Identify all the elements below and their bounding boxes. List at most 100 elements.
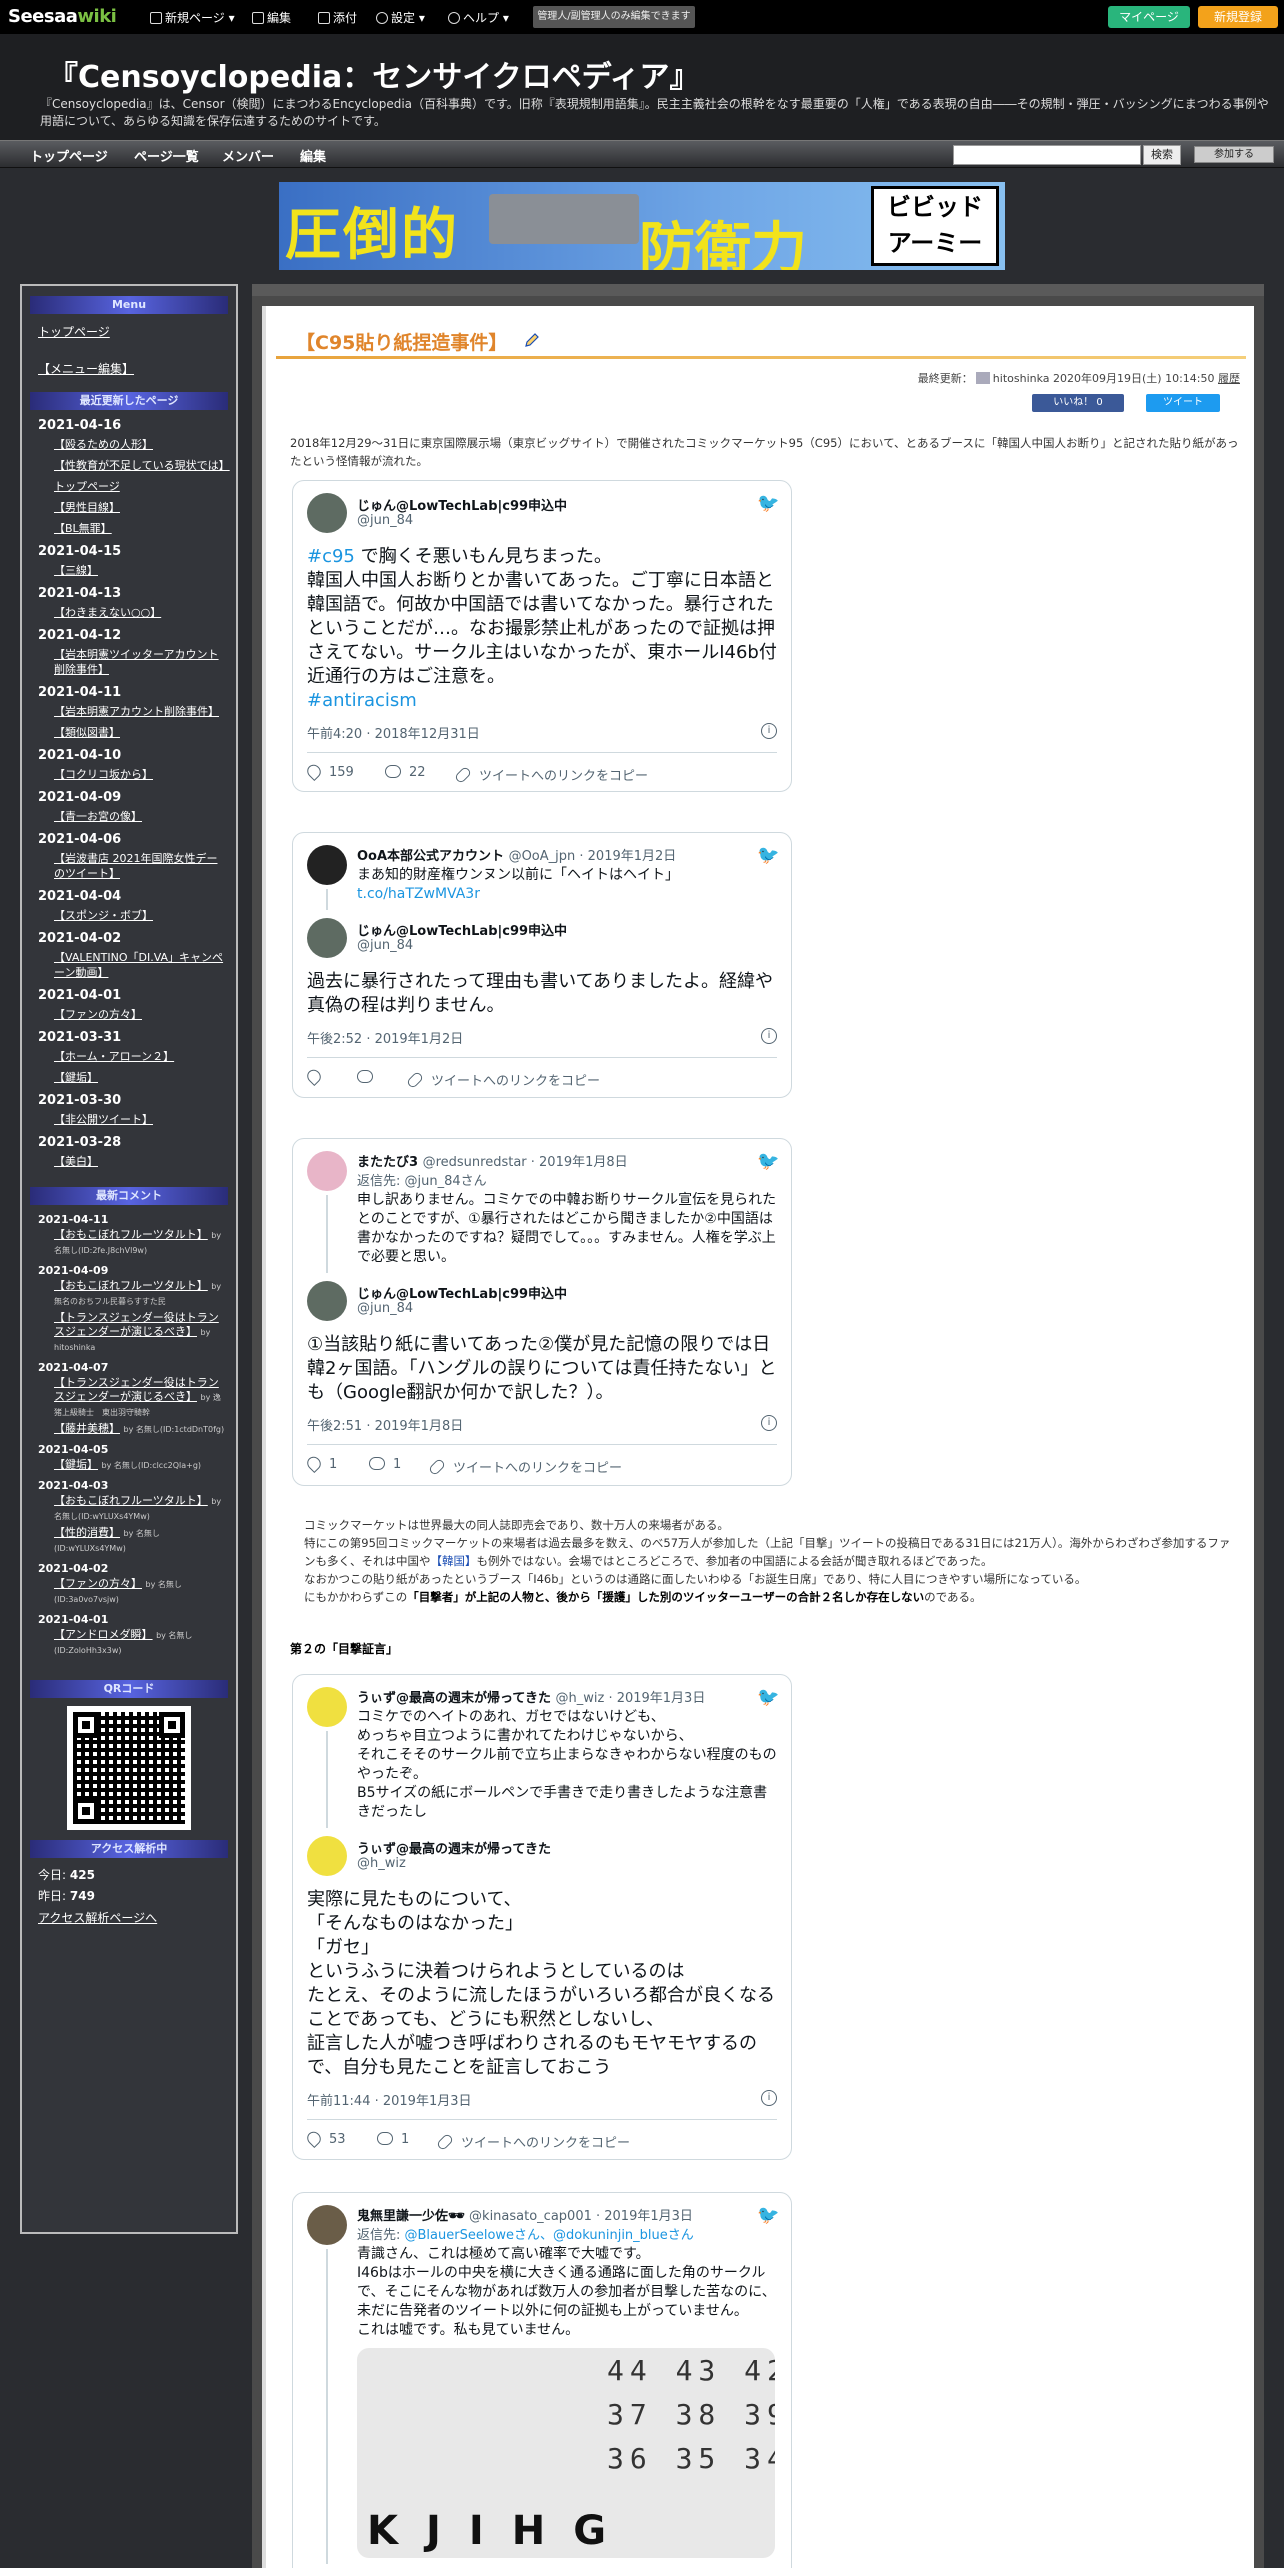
signup-button[interactable]: 新規登録 — [1198, 6, 1278, 28]
hashtag-link[interactable]: #c95 — [307, 546, 355, 567]
recent-page-link[interactable]: 【非公開ツイート】 — [54, 1112, 228, 1127]
recent-page-link[interactable]: 【ファンの方々】 — [54, 1007, 228, 1022]
menu-link-edit[interactable]: 【メニュー編集】 — [38, 361, 228, 378]
recent-page-link[interactable]: 【三線】 — [54, 563, 228, 578]
quoted-author-name[interactable]: OoA本部公式アカウント — [357, 849, 504, 864]
reply-button[interactable]: 1 — [369, 1457, 401, 1472]
info-icon[interactable]: i — [761, 2090, 777, 2106]
facebook-like-button[interactable]: いいね！ 0 — [1032, 394, 1124, 412]
nav-members[interactable]: メンバー — [222, 146, 274, 165]
search-button[interactable]: 検索 — [1143, 145, 1181, 165]
copy-link-button[interactable]: ツイートへのリンクをコピー — [427, 1457, 622, 1477]
attach-menu[interactable]: 添付 — [318, 9, 357, 26]
quoted-link[interactable]: t.co/haTZwMVA3r — [357, 886, 480, 902]
quoted-author-handle[interactable]: @redsunredstar · 2019年1月8日 — [423, 1155, 628, 1170]
tweet-author-name[interactable]: じゅん@LowTechLab|c99申込中 — [357, 1283, 567, 1302]
access-link[interactable]: アクセス解析ページへ — [38, 1910, 228, 1927]
recent-page-link[interactable]: 【VALENTINO「DI.VA」キャンペーン動画】 — [54, 950, 228, 980]
like-button[interactable]: 1 — [304, 1453, 337, 1474]
menu-link-top[interactable]: トップページ — [38, 324, 228, 341]
quoted-author-name[interactable]: うぃず@最高の週末が帰ってきた — [357, 1691, 551, 1706]
comment-page-link[interactable]: 【アンドロメダ瞬】 — [54, 1628, 153, 1641]
comment-page-link[interactable]: 【おもこぼれフルーツタルト】 — [54, 1228, 208, 1241]
recent-page-link[interactable]: 【スポンジ・ボブ】 — [54, 908, 228, 923]
history-link[interactable]: 履歴 — [1218, 372, 1240, 385]
nav-edit[interactable]: 編集 — [300, 146, 326, 165]
recent-page-link[interactable]: 【類似図書】 — [54, 725, 228, 740]
edit-pencil-icon[interactable] — [524, 332, 540, 348]
ad-banner[interactable]: 圧倒的 防衛力 ビビッド アーミー — [279, 182, 1005, 270]
comment-page-link[interactable]: 【トランスジェンダー役はトランスジェンダーが演じるべき】 — [54, 1311, 219, 1338]
copy-link-button[interactable]: ツイートへのリンクをコピー — [435, 2132, 630, 2152]
recent-page-link[interactable]: 【岩本明憲アカウント削除事件】 — [54, 704, 228, 719]
tweet-time[interactable]: 午後2:51 · 2019年1月8日 i — [307, 1415, 777, 1434]
quoted-author-handle[interactable]: @OoA_jpn · 2019年1月2日 — [509, 849, 677, 864]
copy-link-button[interactable]: ツイートへのリンクをコピー — [453, 765, 648, 785]
recent-page-link[interactable]: 【性教育が不足している現状では】 — [54, 458, 230, 473]
tweet-time[interactable]: 午前11:44 · 2019年1月3日 i — [307, 2090, 777, 2109]
edit-menu[interactable]: 編集 — [252, 9, 291, 26]
quoted-author-handle[interactable]: @kinasato_cap001 · 2019年1月3日 — [469, 2209, 693, 2224]
embedded-tweet-1[interactable]: じゅん@LowTechLab|c99申込中 @jun_84 🐦 #c95 で胸く… — [292, 480, 792, 792]
recent-page-link[interactable]: トップページ — [54, 479, 228, 494]
info-icon[interactable]: i — [761, 723, 777, 739]
tweet-author-handle[interactable]: @jun_84 — [357, 938, 413, 953]
comment-page-link[interactable]: 【性的消費】 — [54, 1526, 120, 1539]
embedded-tweet-4[interactable]: うぃず@最高の週末が帰ってきた @h_wiz · 2019年1月3日 コミケでの… — [292, 1674, 792, 2160]
quoted-author-name[interactable]: またたび3 — [357, 1155, 418, 1170]
comment-page-link[interactable]: 【ファンの方々】 — [54, 1577, 142, 1590]
like-button[interactable]: 159 — [304, 761, 354, 782]
reply-button[interactable]: 1 — [377, 2132, 409, 2147]
twitter-bird-icon[interactable]: 🐦 — [757, 845, 779, 866]
recent-page-link[interactable]: 【青一お宮の像】 — [54, 809, 228, 824]
join-button[interactable]: 参加する — [1194, 146, 1274, 163]
reply-to-links[interactable]: @BlauerSeeloweさん、@dokuninjin_blueさん — [405, 2228, 694, 2243]
copy-link-button[interactable]: ツイートへのリンクをコピー — [405, 1070, 600, 1090]
tweet-time[interactable]: 午後2:52 · 2019年1月2日 i — [307, 1028, 777, 1047]
twitter-bird-icon[interactable]: 🐦 — [757, 493, 779, 514]
tweet-photo[interactable]: 44 43 42 41 37 38 39 40 36 35 34 33 KJIH… — [357, 2348, 775, 2558]
comment-page-link[interactable]: 【おもこぼれフルーツタルト】 — [54, 1279, 208, 1292]
settings-menu[interactable]: 設定 ▾ — [376, 9, 425, 26]
tweet-author-name[interactable]: じゅん@LowTechLab|c99申込中 — [357, 920, 567, 939]
comment-page-link[interactable]: 【鍵垢】 — [54, 1458, 98, 1471]
like-button[interactable]: 53 — [304, 2128, 346, 2149]
comment-page-link[interactable]: 【トランスジェンダー役はトランスジェンダーが演じるべき】 — [54, 1376, 219, 1403]
recent-page-link[interactable]: 【美白】 — [54, 1154, 228, 1169]
reply-to[interactable]: 返信先: @jun_84さん — [357, 1170, 777, 1189]
like-button[interactable] — [304, 1066, 329, 1087]
tweet-share-button[interactable]: ツイート — [1146, 394, 1220, 412]
recent-page-link[interactable]: 【岩本明憲ツイッターアカウント削除事件】 — [54, 647, 228, 677]
nav-top-page[interactable]: トップページ — [30, 146, 108, 165]
info-icon[interactable]: i — [761, 1028, 777, 1044]
embedded-tweet-5[interactable]: 鬼無里謙一少佐🕶 @kinasato_cap001 · 2019年1月3日 返信… — [292, 2192, 792, 2568]
nav-page-list[interactable]: ページ一覧 — [134, 146, 199, 165]
tweet-author-name[interactable]: じゅん@LowTechLab|c99申込中 — [357, 495, 567, 514]
recent-page-link[interactable]: 【ホーム・アローン２】 — [54, 1049, 228, 1064]
quoted-author-name[interactable]: 鬼無里謙一少佐🕶 — [357, 2209, 465, 2224]
recent-page-link[interactable]: 【殴るための人形】 — [54, 437, 228, 452]
recent-page-link[interactable]: 【男性目線】 — [54, 500, 228, 515]
new-page-menu[interactable]: 新規ページ ▾ — [150, 9, 235, 26]
help-menu[interactable]: ヘルプ ▾ — [448, 9, 509, 26]
tweet-author-handle[interactable]: @jun_84 — [357, 513, 413, 528]
recent-page-link[interactable]: 【鍵垢】 — [54, 1070, 228, 1085]
twitter-bird-icon[interactable]: 🐦 — [757, 1687, 779, 1708]
recent-page-link[interactable]: 【わきまえない○○】 — [54, 605, 228, 620]
comment-page-link[interactable]: 【藤井美穂】 — [54, 1422, 120, 1435]
korea-link[interactable]: 【韓国】 — [431, 1554, 477, 1568]
embedded-tweet-3[interactable]: またたび3 @redsunredstar · 2019年1月8日 返信先: @j… — [292, 1138, 792, 1486]
tweet-time[interactable]: 午前4:20 · 2018年12月31日 i — [307, 723, 777, 742]
twitter-bird-icon[interactable]: 🐦 — [757, 2205, 779, 2226]
site-title[interactable]: 『Censoyclopedia：センサイクロペディア』 — [48, 52, 700, 96]
search-input[interactable] — [953, 145, 1141, 165]
hashtag-link-2[interactable]: #antiracism — [307, 690, 417, 711]
tweet-author-name[interactable]: うぃず@最高の週末が帰ってきた — [357, 1838, 551, 1857]
info-icon[interactable]: i — [761, 1415, 777, 1431]
recent-page-link[interactable]: 【岩波書店 2021年国際女性デーのツイート】 — [54, 851, 228, 881]
quoted-author-handle[interactable]: @h_wiz · 2019年1月3日 — [556, 1691, 706, 1706]
recent-page-link[interactable]: 【コクリコ坂から】 — [54, 767, 228, 782]
lastmod-user[interactable]: hitoshinka — [993, 372, 1050, 385]
reply-button[interactable] — [357, 1070, 381, 1085]
embedded-tweet-2[interactable]: OoA本部公式アカウント @OoA_jpn · 2019年1月2日 まあ知的財産… — [292, 832, 792, 1098]
